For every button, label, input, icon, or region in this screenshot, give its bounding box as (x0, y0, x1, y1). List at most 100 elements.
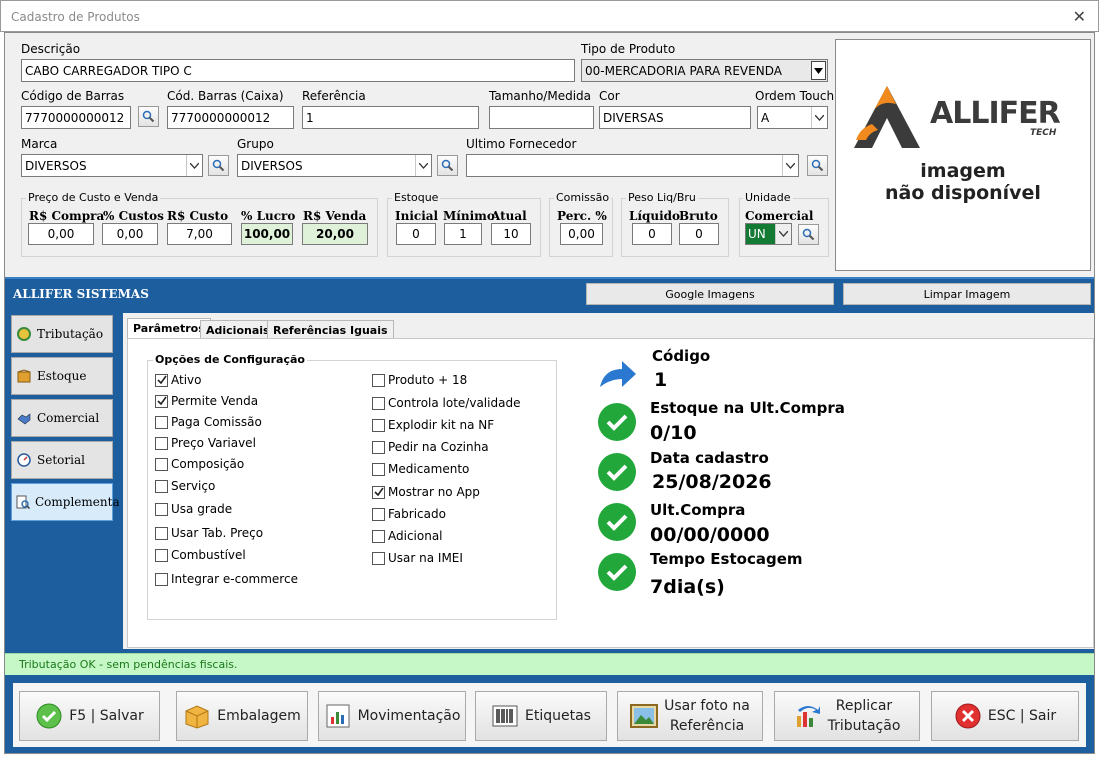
config-checkbox-row[interactable]: Adicional (372, 529, 443, 543)
tab-referencias-iguais[interactable]: Referências Iguais (267, 320, 394, 339)
tamanho-medida-field[interactable] (489, 106, 594, 129)
checkbox-unchecked[interactable] (372, 551, 385, 565)
lucro-field[interactable]: 100,00 (241, 223, 293, 245)
config-checkbox-row[interactable]: Serviço (155, 479, 215, 493)
checkbox-label: Permite Venda (171, 394, 259, 408)
tempo-value: 7dia(s) (650, 576, 725, 598)
nav-item-estoque[interactable]: Estoque (11, 357, 113, 395)
config-checkbox-row[interactable]: Ativo (155, 373, 201, 387)
config-checkbox-row[interactable]: Paga Comissão (155, 415, 262, 429)
ordem-touch-select[interactable]: A (757, 106, 828, 129)
config-checkbox-row[interactable]: Fabricado (372, 507, 446, 521)
checkbox-checked[interactable] (155, 394, 168, 408)
search-icon[interactable] (437, 155, 458, 176)
peso-group-title: Peso Liq/Bru (626, 191, 698, 204)
config-checkbox-row[interactable]: Composição (155, 457, 244, 471)
nav-item-complementar[interactable]: Complementar (11, 483, 125, 521)
clear-image-button[interactable]: Limpar Imagem (843, 283, 1091, 305)
custo-field[interactable]: 7,00 (167, 223, 232, 245)
checkbox-unchecked[interactable] (372, 507, 385, 521)
config-checkbox-row[interactable]: Mostrar no App (372, 485, 480, 499)
document-search-icon (16, 494, 30, 510)
marca-select[interactable]: DIVERSOS (21, 154, 203, 177)
config-checkbox-row[interactable]: Integrar e-commerce (155, 572, 298, 586)
referencia-field[interactable]: 1 (302, 106, 479, 129)
config-checkbox-row[interactable]: Usar na IMEI (372, 551, 463, 565)
atual-header: Atual (491, 209, 527, 223)
company-banner: ALLIFER SISTEMAS Google Imagens Limpar I… (5, 277, 1094, 309)
tipo-produto-value: 00-MERCADORIA PARA REVENDA (585, 64, 782, 78)
config-checkbox-row[interactable]: Medicamento (372, 462, 469, 476)
venda-field[interactable]: 20,00 (302, 223, 368, 245)
chevron-down-icon[interactable] (811, 61, 826, 80)
nav-item-setorial[interactable]: Setorial (11, 441, 113, 479)
google-images-button[interactable]: Google Imagens (586, 283, 834, 305)
checkbox-unchecked[interactable] (155, 526, 168, 540)
perc-field[interactable]: 0,00 (560, 223, 603, 245)
search-icon[interactable] (138, 106, 159, 127)
usar-foto-line1: Usar foto na (664, 698, 750, 714)
tab-parametros[interactable]: Parâmetros (127, 318, 211, 339)
checkbox-unchecked[interactable] (372, 440, 385, 454)
movimentacao-button[interactable]: Movimentação (318, 691, 466, 741)
atual-field[interactable]: 10 (491, 223, 531, 245)
checkbox-unchecked[interactable] (155, 502, 168, 516)
unidade-select[interactable]: UN (745, 223, 792, 245)
checkbox-unchecked[interactable] (155, 457, 168, 471)
embalagem-button[interactable]: Embalagem (176, 691, 308, 741)
checkbox-unchecked[interactable] (155, 479, 168, 493)
search-icon[interactable] (208, 155, 229, 176)
config-checkbox-row[interactable]: Usa grade (155, 502, 232, 516)
checkbox-unchecked[interactable] (155, 572, 168, 586)
nav-item-comercial[interactable]: Comercial (11, 399, 113, 437)
usar-foto-button[interactable]: Usar foto na Referência (617, 691, 763, 741)
save-button[interactable]: F5 | Salvar (19, 691, 160, 741)
chevron-down-icon[interactable] (775, 224, 791, 244)
minimo-field[interactable]: 1 (444, 223, 482, 245)
codigo-barras-field[interactable]: 7770000000012 (21, 106, 131, 129)
liquido-field[interactable]: 0 (632, 223, 672, 245)
nav-item-tributacao[interactable]: Tributação (11, 315, 113, 353)
search-icon[interactable] (798, 224, 819, 245)
chevron-down-icon[interactable] (782, 155, 798, 176)
config-checkbox-row[interactable]: Produto + 18 (372, 373, 467, 387)
config-checkbox-row[interactable]: Usar Tab. Preço (155, 526, 263, 540)
custos-field[interactable]: 0,00 (102, 223, 158, 245)
config-checkbox-row[interactable]: Combustível (155, 548, 246, 562)
descricao-field[interactable]: CABO CARREGADOR TIPO C (21, 59, 575, 82)
checkbox-unchecked[interactable] (372, 418, 385, 432)
checkbox-unchecked[interactable] (372, 462, 385, 476)
checkbox-unchecked[interactable] (372, 373, 385, 387)
checkbox-unchecked[interactable] (155, 548, 168, 562)
cor-field[interactable]: DIVERSAS (599, 106, 751, 129)
ultimo-fornecedor-select[interactable] (466, 154, 799, 177)
compra-field[interactable]: 0,00 (28, 223, 94, 245)
checkbox-checked[interactable] (155, 373, 168, 387)
checkbox-checked[interactable] (372, 485, 385, 499)
replicar-tributacao-button[interactable]: Replicar Tributação (774, 691, 920, 741)
chevron-down-icon[interactable] (811, 107, 827, 128)
close-icon[interactable]: ✕ (1073, 7, 1086, 26)
grupo-select[interactable]: DIVERSOS (237, 154, 432, 177)
chevron-down-icon[interactable] (415, 155, 431, 176)
chevron-down-icon[interactable] (186, 155, 202, 176)
checkbox-unchecked[interactable] (372, 396, 385, 410)
etiquetas-button[interactable]: Etiquetas (475, 691, 607, 741)
config-checkbox-row[interactable]: Controla lote/validade (372, 396, 520, 410)
checkbox-unchecked[interactable] (372, 529, 385, 543)
inicial-field[interactable]: 0 (396, 223, 436, 245)
config-checkbox-row[interactable]: Pedir na Cozinha (372, 440, 489, 454)
exit-button[interactable]: ESC | Sair (931, 691, 1079, 741)
checkbox-unchecked[interactable] (155, 436, 168, 450)
bruto-field[interactable]: 0 (679, 223, 719, 245)
product-image-panel[interactable]: ALLIFER TECH imagem não disponível (835, 39, 1091, 271)
config-checkbox-row[interactable]: Explodir kit na NF (372, 418, 494, 432)
config-checkbox-row[interactable]: Preço Variavel (155, 436, 256, 450)
checkbox-label: Usar na IMEI (388, 551, 463, 565)
search-icon[interactable] (807, 155, 828, 176)
checkbox-unchecked[interactable] (155, 415, 168, 429)
cod-barras-caixa-field[interactable]: 7770000000012 (167, 106, 294, 129)
tipo-produto-select[interactable]: 00-MERCADORIA PARA REVENDA (581, 59, 828, 82)
config-checkbox-row[interactable]: Permite Venda (155, 394, 258, 408)
tab-adicionais[interactable]: Adicionais (200, 320, 276, 339)
